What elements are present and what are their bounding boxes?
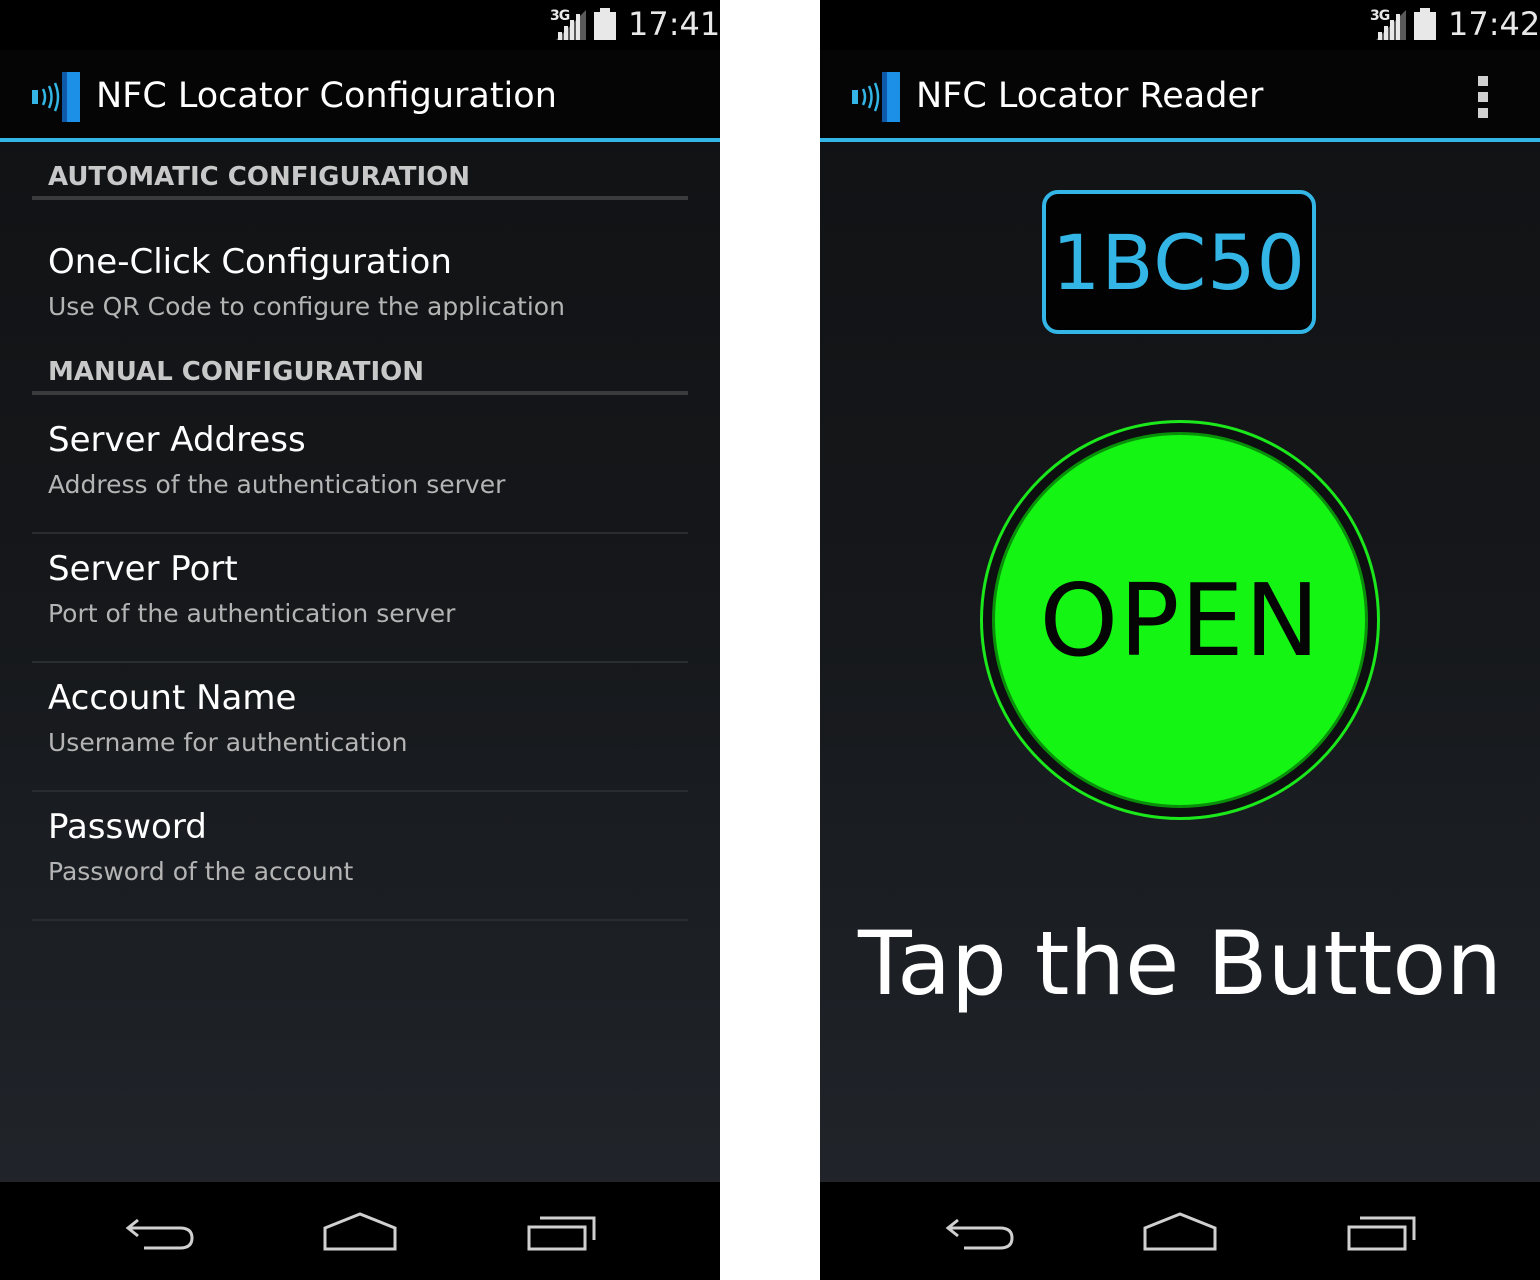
- reader-screen: 3G 17:42 NFC Locator Reader 1BC50 OPEN T…: [820, 0, 1540, 1280]
- pref-password[interactable]: Password Password of the account: [32, 793, 688, 921]
- pref-account-name[interactable]: Account Name Username for authentication: [32, 664, 688, 792]
- back-icon[interactable]: [944, 1210, 1016, 1252]
- nfc-app-icon: [852, 72, 900, 122]
- nfc-app-icon: [32, 72, 80, 122]
- action-bar: NFC Locator Reader: [820, 50, 1540, 142]
- back-icon[interactable]: [124, 1210, 196, 1252]
- pref-server-port[interactable]: Server Port Port of the authentication s…: [32, 535, 688, 663]
- open-button-label: OPEN: [1039, 561, 1321, 679]
- pref-summary: Use QR Code to configure the application: [48, 292, 565, 321]
- pref-title: Server Port: [48, 549, 238, 589]
- overflow-menu-icon[interactable]: [1475, 76, 1491, 120]
- battery-icon: [1414, 8, 1436, 40]
- battery-icon: [594, 8, 616, 40]
- pref-summary: Username for authentication: [48, 728, 408, 757]
- pref-title: Account Name: [48, 678, 297, 718]
- navigation-bar: [820, 1182, 1540, 1280]
- open-button[interactable]: OPEN: [992, 432, 1368, 808]
- status-bar: 3G 17:41: [0, 0, 720, 50]
- locator-code: 1BC50: [1052, 217, 1306, 307]
- section-header-manual: MANUAL CONFIGURATION: [32, 355, 688, 395]
- status-time: 17:42: [1448, 5, 1540, 43]
- pref-title: Password: [48, 807, 207, 847]
- instruction-text: Tap the Button: [857, 912, 1503, 1015]
- recent-apps-icon[interactable]: [1346, 1210, 1418, 1252]
- home-icon[interactable]: [1142, 1210, 1218, 1252]
- action-bar: NFC Locator Configuration: [0, 50, 720, 142]
- section-header-label: AUTOMATIC CONFIGURATION: [48, 162, 471, 192]
- recent-apps-icon[interactable]: [526, 1210, 598, 1252]
- pref-summary: Port of the authentication server: [48, 599, 456, 628]
- section-header-automatic: AUTOMATIC CONFIGURATION: [32, 160, 688, 200]
- configuration-screen: 3G 17:41 NFC Locator Configuration AUTOM…: [0, 0, 720, 1280]
- pref-one-click-configuration[interactable]: One-Click Configuration Use QR Code to c…: [32, 228, 688, 338]
- pref-summary: Password of the account: [48, 857, 354, 886]
- locator-code-display: 1BC50: [1042, 190, 1316, 334]
- pref-server-address[interactable]: Server Address Address of the authentica…: [32, 406, 688, 534]
- pref-title: Server Address: [48, 420, 306, 460]
- pref-summary: Address of the authentication server: [48, 470, 506, 499]
- signal-icon: [556, 10, 586, 40]
- navigation-bar: [0, 1182, 720, 1280]
- app-title: NFC Locator Reader: [916, 76, 1264, 116]
- app-title: NFC Locator Configuration: [96, 76, 557, 116]
- signal-icon: [1376, 10, 1406, 40]
- status-bar: 3G 17:42: [820, 0, 1540, 50]
- status-time: 17:41: [628, 5, 720, 43]
- pref-title: One-Click Configuration: [48, 242, 452, 282]
- section-header-label: MANUAL CONFIGURATION: [48, 357, 425, 387]
- home-icon[interactable]: [322, 1210, 398, 1252]
